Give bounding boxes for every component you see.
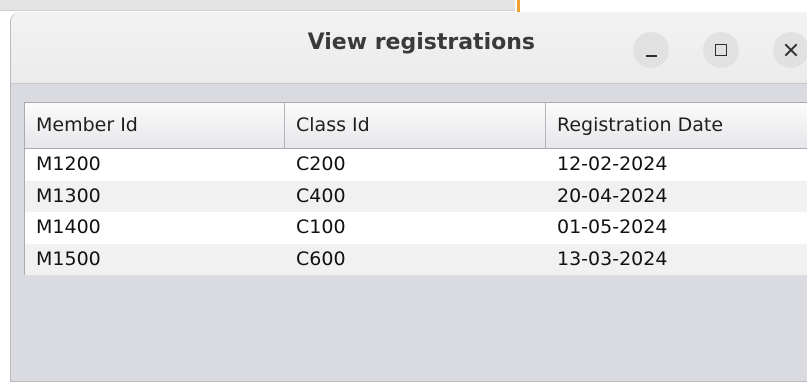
background-accent-strip bbox=[517, 0, 520, 12]
maximize-icon bbox=[715, 44, 727, 56]
minimize-icon bbox=[645, 55, 657, 57]
table-row[interactable]: M1500 C600 13-03-2024 bbox=[25, 243, 807, 275]
close-button[interactable] bbox=[773, 32, 807, 68]
column-header-member-id[interactable]: Member Id bbox=[25, 103, 285, 148]
background-window-edge bbox=[0, 0, 515, 11]
cell-registration-date: 01-05-2024 bbox=[557, 216, 668, 238]
maximize-button[interactable] bbox=[703, 32, 739, 68]
cell-class-id: C100 bbox=[296, 216, 346, 238]
cell-registration-date: 13-03-2024 bbox=[557, 247, 668, 270]
cell-member-id: M1200 bbox=[36, 153, 101, 175]
table-row[interactable]: M1300 C400 20-04-2024 bbox=[25, 180, 807, 212]
registrations-window: View registrations Member Id Class Id Re… bbox=[10, 12, 807, 382]
title-bar[interactable]: View registrations bbox=[11, 12, 807, 84]
cell-class-id: C600 bbox=[296, 247, 346, 270]
registrations-table[interactable]: Member Id Class Id Registration Date M12… bbox=[24, 102, 807, 275]
cell-registration-date: 20-04-2024 bbox=[557, 184, 668, 207]
cell-class-id: C200 bbox=[296, 153, 346, 175]
window-title: View registrations bbox=[307, 30, 535, 55]
table-header: Member Id Class Id Registration Date bbox=[25, 103, 807, 149]
cell-registration-date: 12-02-2024 bbox=[557, 153, 668, 175]
table-row[interactable]: M1200 C200 12-02-2024 bbox=[25, 149, 807, 181]
cell-member-id: M1500 bbox=[36, 247, 101, 270]
column-header-registration-date[interactable]: Registration Date bbox=[546, 103, 807, 148]
cell-member-id: M1400 bbox=[36, 216, 101, 238]
table-row[interactable]: M1400 C100 01-05-2024 bbox=[25, 212, 807, 244]
close-icon bbox=[784, 43, 798, 57]
cell-member-id: M1300 bbox=[36, 184, 101, 207]
column-header-class-id[interactable]: Class Id bbox=[285, 103, 546, 148]
minimize-button[interactable] bbox=[633, 32, 669, 68]
cell-class-id: C400 bbox=[296, 184, 346, 207]
